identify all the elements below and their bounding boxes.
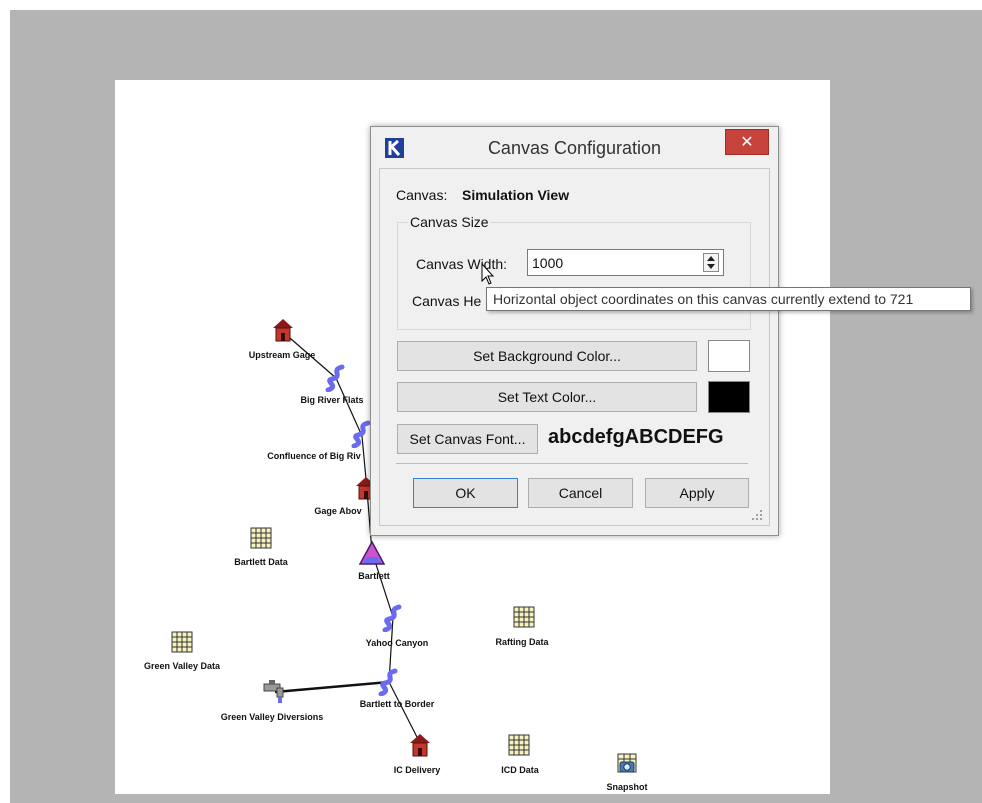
apply-button[interactable]: Apply: [645, 478, 749, 508]
data-table-icon: [171, 631, 193, 653]
node-label: Big River Flats: [300, 395, 364, 405]
node-label: Rafting Data: [495, 637, 549, 647]
text-color-swatch[interactable]: [708, 381, 750, 413]
set-background-color-button[interactable]: Set Background Color...: [397, 341, 697, 371]
canvas-name: Simulation View: [462, 187, 570, 203]
gage-house-icon: [273, 319, 293, 342]
node-label: Green Valley Diversions: [220, 712, 324, 722]
close-icon: ✕: [740, 132, 754, 151]
gage-house-icon: [410, 734, 430, 757]
reach-river-icon: [325, 364, 345, 392]
background-color-swatch[interactable]: [708, 340, 750, 372]
canvas-width-tooltip: Horizontal object coordinates on this ca…: [486, 287, 971, 311]
spinner-down-icon[interactable]: [704, 263, 718, 271]
spinner-buttons: [703, 253, 719, 272]
canvas-size-group: [397, 222, 751, 330]
set-text-color-button[interactable]: Set Text Color...: [397, 382, 697, 412]
font-sample: abcdefgABCDEFG: [548, 426, 724, 448]
node-label: Snapshot: [606, 782, 648, 792]
diversion-faucet-icon: [263, 680, 284, 703]
canvas-width-input[interactable]: [532, 253, 692, 272]
canvas-height-label: Canvas He: [412, 293, 482, 309]
reservoir-triangle-icon: [358, 540, 386, 565]
resize-grip-icon[interactable]: [750, 508, 764, 522]
data-table-icon: [508, 734, 530, 756]
cancel-button[interactable]: Cancel: [528, 478, 633, 508]
dialog-title: Canvas Configuration: [487, 138, 662, 158]
node-label: Green Valley Data: [143, 661, 221, 671]
node-label: Bartlett: [358, 571, 390, 581]
canvas-label: Canvas:: [396, 187, 448, 203]
node-label: ICD Data: [501, 765, 539, 775]
set-canvas-font-button[interactable]: Set Canvas Font...: [397, 424, 538, 454]
button-separator: [396, 463, 748, 464]
node-label: Gage Abov: [314, 506, 362, 516]
node-label: Bartlett to Border: [359, 699, 435, 709]
canvas-width-spinner[interactable]: [527, 249, 724, 276]
data-table-icon: [250, 527, 272, 549]
mouse-pointer-icon: [481, 263, 495, 285]
node-label: IC Delivery: [393, 765, 441, 775]
node-label: Bartlett Data: [234, 557, 288, 567]
spinner-up-icon[interactable]: [704, 254, 718, 262]
reach-river-icon: [378, 668, 398, 696]
dialog-titlebar[interactable]: Canvas Configuration ✕: [371, 127, 778, 168]
node-label: Yahoo Canyon: [365, 638, 429, 648]
snapshot-camera-icon: [617, 753, 637, 773]
canvas-size-group-title: Canvas Size: [408, 214, 491, 230]
close-button[interactable]: ✕: [725, 129, 769, 155]
data-table-icon: [513, 606, 535, 628]
node-label: Confluence of Big Riv: [267, 451, 361, 461]
reach-river-icon: [382, 604, 402, 632]
node-label: Upstream Gage: [248, 350, 316, 360]
ok-button[interactable]: OK: [413, 478, 518, 508]
